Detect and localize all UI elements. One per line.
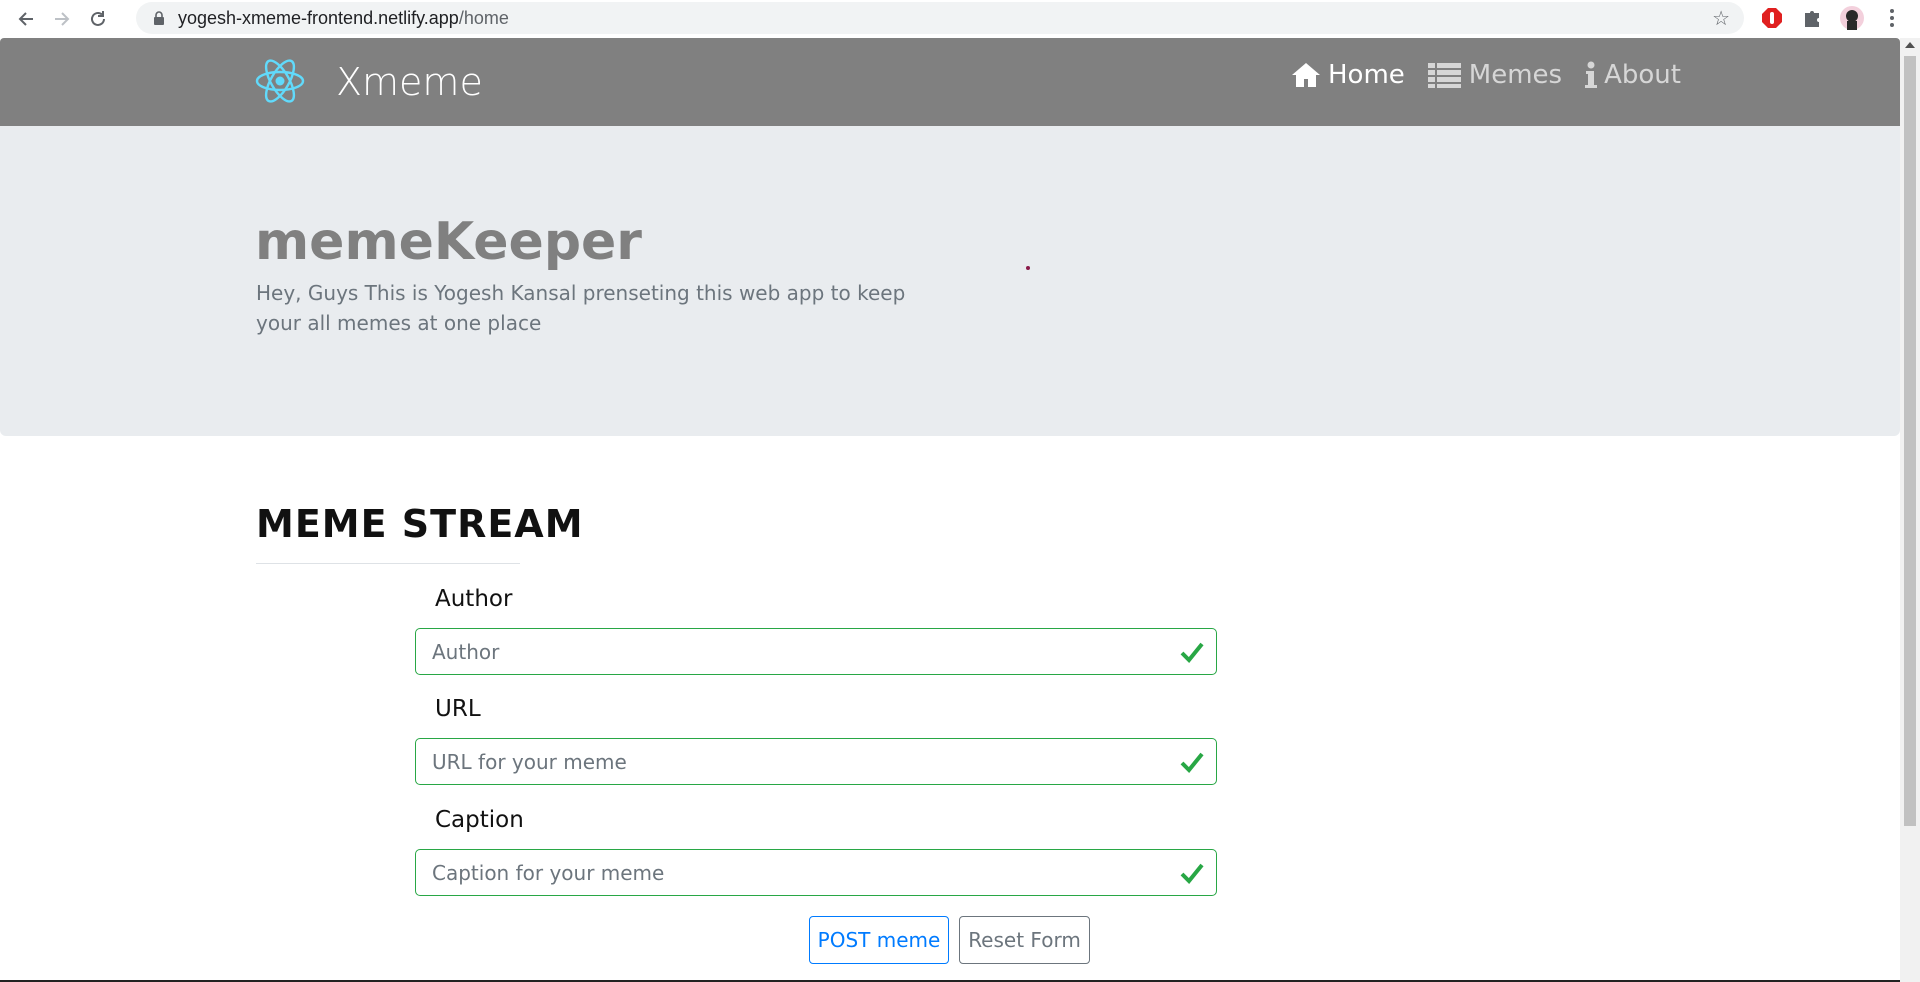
url-text: yogesh-xmeme-frontend.netlify.app/home — [178, 8, 509, 29]
top-navbar: Xmeme Home Memes About — [0, 38, 1900, 126]
author-input[interactable] — [432, 631, 1172, 672]
forward-arrow-icon[interactable] — [44, 1, 80, 37]
info-icon — [1585, 61, 1598, 88]
caption-label: Caption — [435, 807, 524, 833]
url-field[interactable] — [415, 738, 1217, 785]
browser-toolbar: yogesh-xmeme-frontend.netlify.app/home ☆ — [0, 0, 1920, 38]
react-logo-icon[interactable] — [254, 57, 306, 105]
home-icon — [1292, 63, 1320, 87]
check-icon — [1180, 863, 1204, 884]
back-arrow-icon[interactable] — [8, 1, 44, 37]
nav-link-label: About — [1604, 60, 1681, 90]
reload-icon[interactable] — [80, 1, 116, 37]
caption-field[interactable] — [415, 849, 1217, 896]
reset-form-button[interactable]: Reset Form — [959, 916, 1090, 964]
nav-links: Home Memes About — [1290, 60, 1703, 90]
adblock-extension-icon[interactable] — [1758, 4, 1786, 32]
check-icon — [1180, 642, 1204, 663]
jumbotron: memeKeeper Hey, Guys This is Yogesh Kans… — [0, 126, 1900, 436]
caption-input[interactable] — [432, 852, 1172, 893]
vertical-scrollbar[interactable] — [1900, 38, 1920, 982]
nav-link-memes[interactable]: Memes — [1427, 60, 1562, 90]
scroll-up-arrow-icon[interactable] — [1905, 42, 1915, 48]
page-viewport: Xmeme Home Memes About memeKeeper Hey, G… — [0, 38, 1900, 982]
nav-link-label: Home — [1328, 60, 1405, 90]
address-bar[interactable]: yogesh-xmeme-frontend.netlify.app/home ☆ — [136, 2, 1744, 34]
check-icon — [1180, 752, 1204, 773]
brand-name[interactable]: Xmeme — [336, 60, 483, 104]
url-host: yogesh-xmeme-frontend.netlify.app — [178, 7, 459, 28]
puzzle-extensions-icon[interactable] — [1798, 4, 1826, 32]
profile-avatar[interactable] — [1838, 4, 1866, 32]
nav-link-home[interactable]: Home — [1290, 60, 1405, 90]
scrollbar-thumb[interactable] — [1904, 56, 1916, 826]
nav-link-label: Memes — [1468, 60, 1563, 90]
lock-icon — [152, 11, 166, 25]
url-path: /home — [458, 7, 509, 28]
url-label: URL — [435, 696, 481, 722]
list-icon — [1427, 63, 1461, 88]
page-title: memeKeeper — [255, 212, 642, 272]
page-subtitle: Hey, Guys This is Yogesh Kansal prenseti… — [256, 281, 906, 335]
author-label: Author — [435, 586, 513, 612]
meme-stream-heading: MEME STREAM — [256, 502, 584, 546]
author-field[interactable] — [415, 628, 1217, 675]
cursor-dot — [1026, 266, 1030, 270]
heading-divider — [256, 563, 520, 564]
post-meme-button[interactable]: POST meme — [809, 916, 949, 964]
chrome-menu-icon[interactable] — [1878, 4, 1906, 32]
url-input[interactable] — [432, 741, 1172, 782]
bookmark-star-icon[interactable]: ☆ — [1712, 6, 1730, 31]
nav-link-about[interactable]: About — [1584, 60, 1681, 90]
